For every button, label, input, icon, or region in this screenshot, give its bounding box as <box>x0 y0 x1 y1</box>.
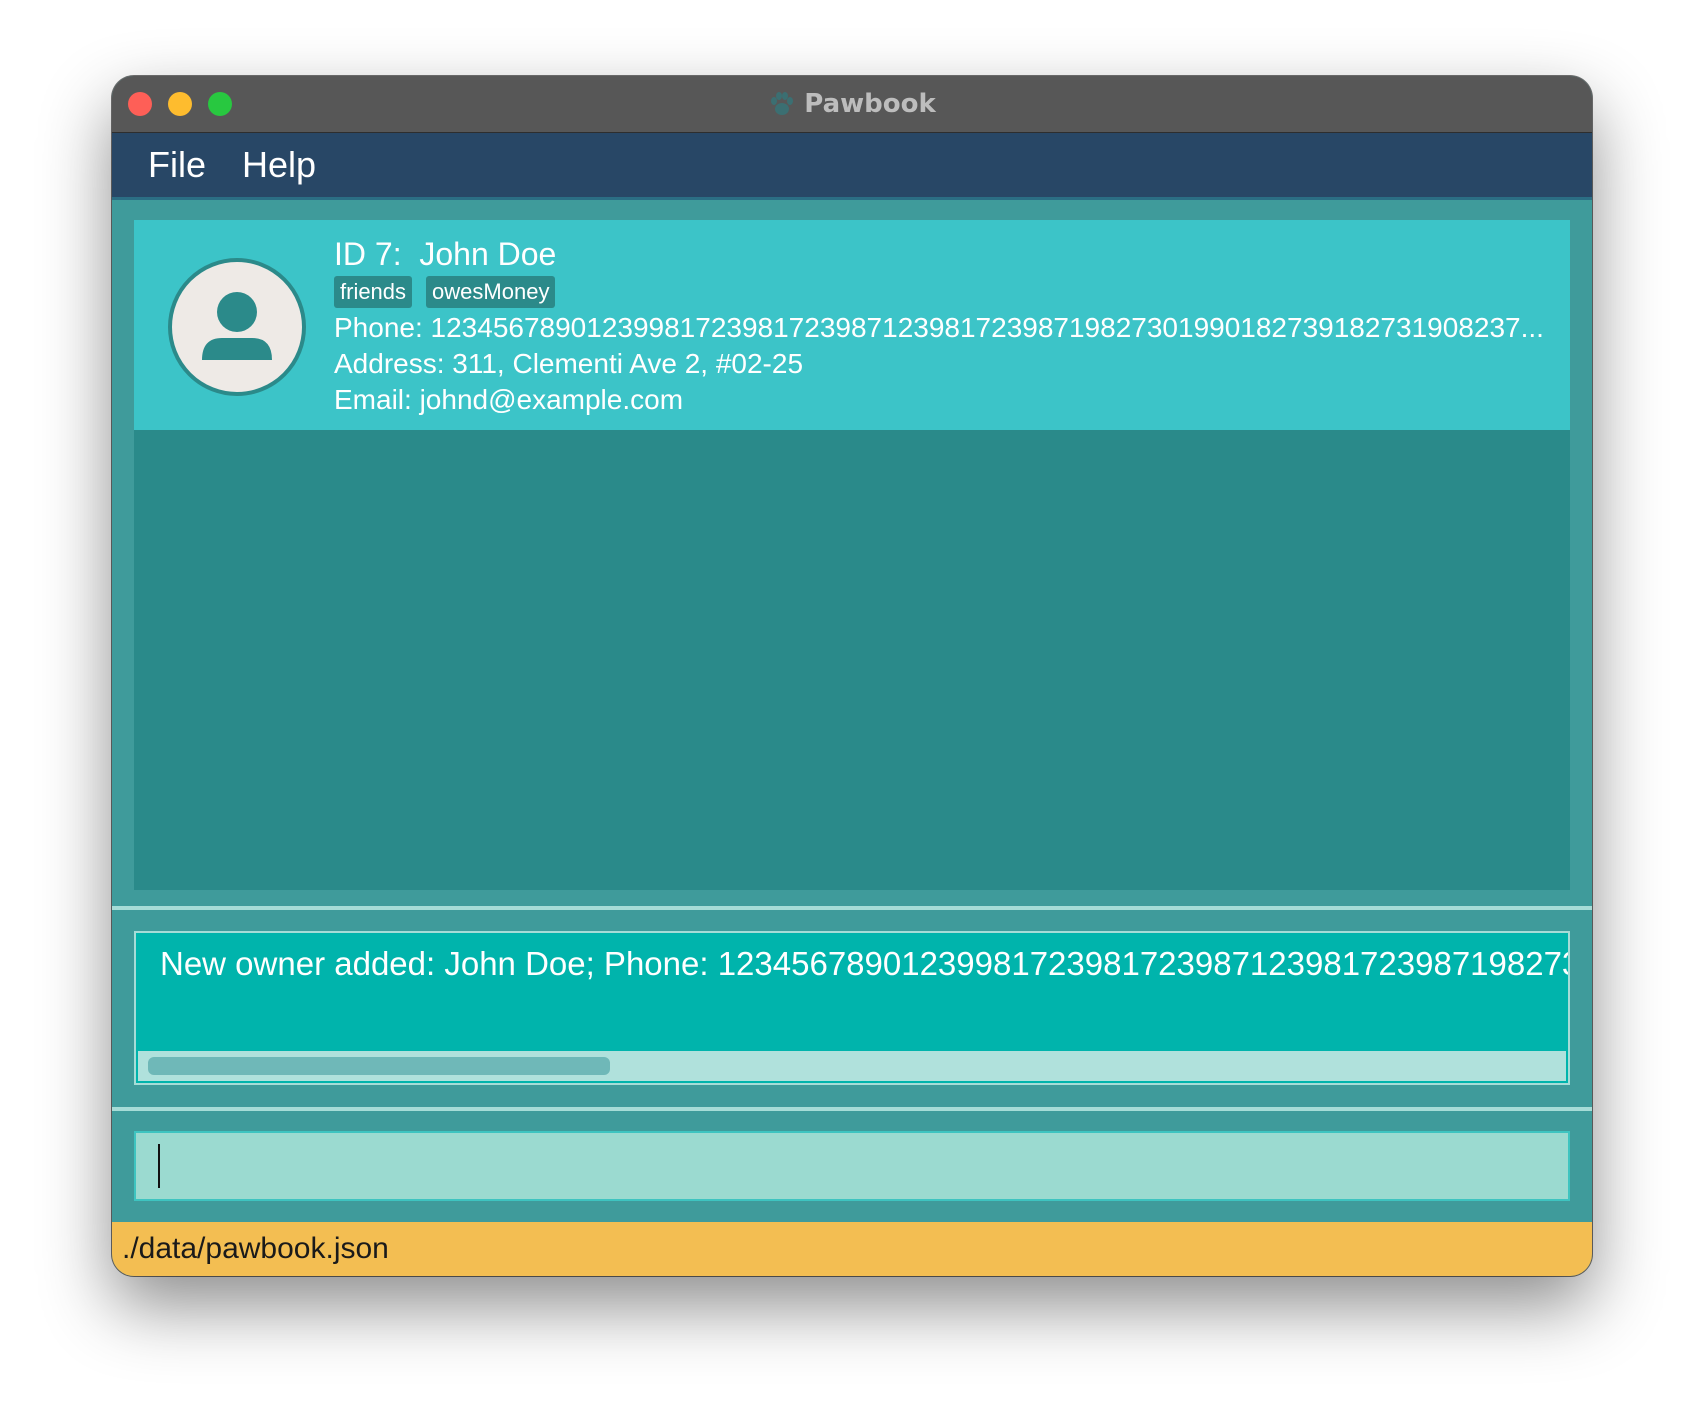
owner-card[interactable]: ID 7: John Doe friends owesMoney Phone: … <box>134 220 1570 430</box>
result-display[interactable]: New owner added: John Doe; Phone: 123456… <box>134 931 1570 1085</box>
panel-divider[interactable] <box>112 906 1592 910</box>
person-silhouette-icon <box>202 292 272 360</box>
app-window: Pawbook File Help ID 7: John Doe friends… <box>112 76 1592 1276</box>
owner-phone: Phone: 123456789012399817239817239871239… <box>334 312 1544 343</box>
result-message: New owner added: John Doe; Phone: 123456… <box>160 945 1568 982</box>
user-avatar-icon <box>168 258 306 396</box>
save-file-path: ./data/pawbook.json <box>122 1232 389 1265</box>
command-input[interactable] <box>134 1131 1570 1201</box>
result-horizontal-scrollbar[interactable] <box>138 1051 1566 1081</box>
paw-icon <box>771 92 794 115</box>
tag-owes-money: owesMoney <box>426 276 556 308</box>
text-caret <box>158 1144 160 1188</box>
panel-divider[interactable] <box>112 1107 1592 1111</box>
title-bar[interactable]: Pawbook <box>112 76 1592 133</box>
owner-email: Email: johnd@example.com <box>334 384 684 415</box>
status-bar: ./data/pawbook.json <box>112 1222 1592 1276</box>
scrollbar-thumb[interactable] <box>148 1057 610 1075</box>
owner-tags: friends owesMoney <box>334 276 569 308</box>
window-title-wrap: Pawbook <box>112 76 1592 132</box>
tag-friends: friends <box>334 276 413 308</box>
menu-help[interactable]: Help <box>242 145 316 185</box>
window-title: Pawbook <box>804 89 936 119</box>
menu-bar: File Help <box>112 133 1592 200</box>
owner-list-panel[interactable]: ID 7: John Doe friends owesMoney Phone: … <box>134 220 1570 890</box>
owner-id-name: ID 7: John Doe <box>334 236 557 272</box>
owner-address: Address: 311, Clementi Ave 2, #02-25 <box>334 348 804 379</box>
menu-file[interactable]: File <box>148 145 206 185</box>
